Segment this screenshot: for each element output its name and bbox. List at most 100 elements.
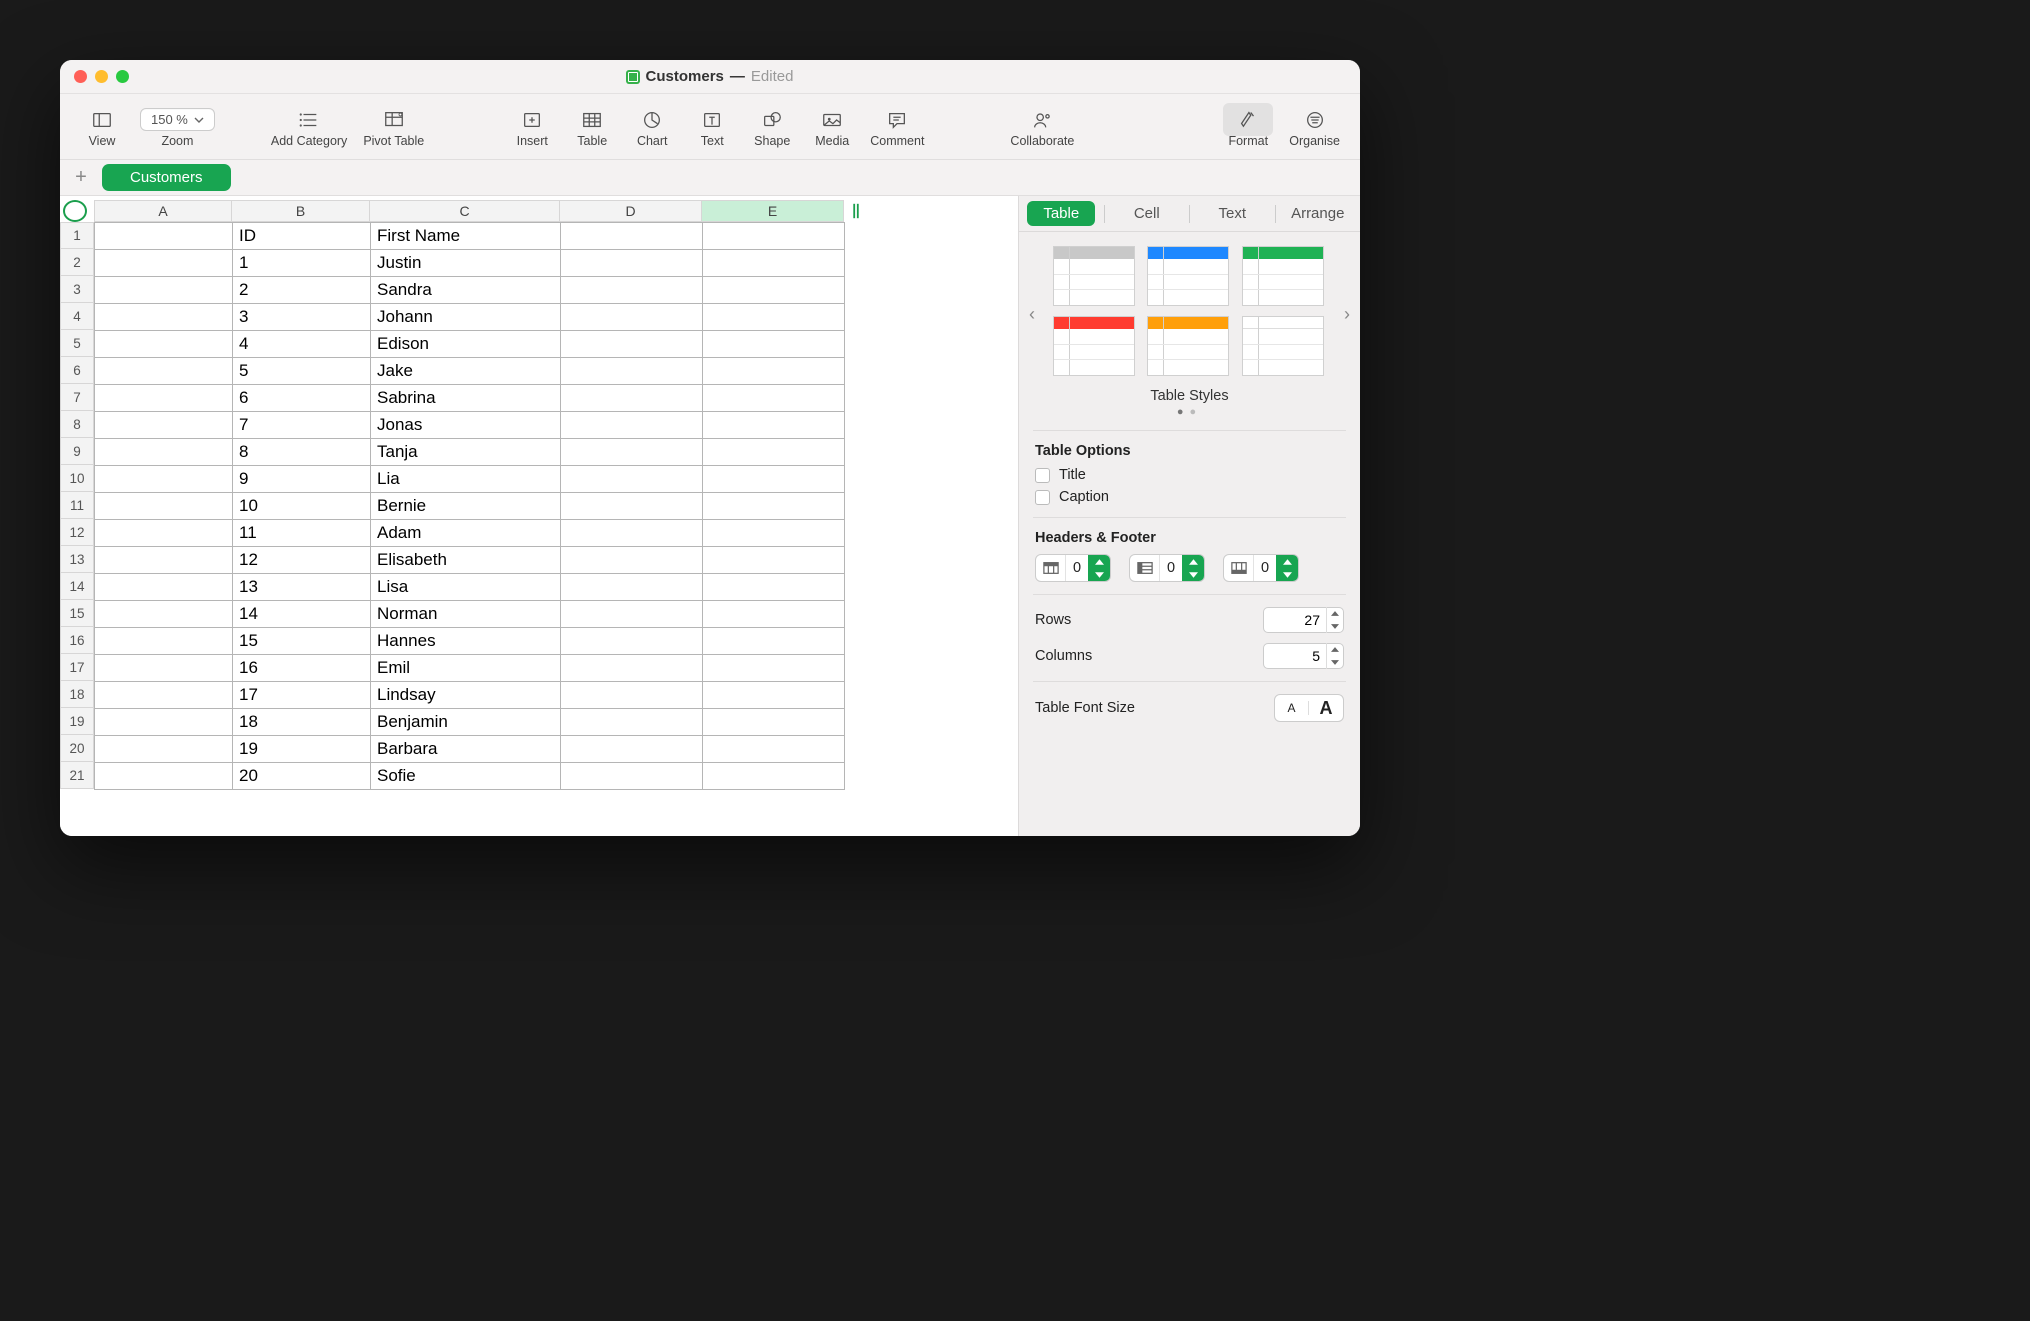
font-size-decrease[interactable]: A bbox=[1275, 701, 1309, 715]
cell[interactable] bbox=[95, 250, 233, 277]
cell[interactable]: Benjamin bbox=[371, 709, 561, 736]
cell[interactable] bbox=[703, 655, 845, 682]
insert-button[interactable]: Insert bbox=[502, 94, 562, 159]
row-header[interactable]: 20 bbox=[60, 735, 94, 762]
cell[interactable] bbox=[95, 493, 233, 520]
cell[interactable] bbox=[703, 520, 845, 547]
cell[interactable] bbox=[561, 493, 703, 520]
cell[interactable]: Emil bbox=[371, 655, 561, 682]
tab-text[interactable]: Text bbox=[1190, 196, 1275, 231]
tab-arrange[interactable]: Arrange bbox=[1276, 196, 1361, 231]
cell[interactable]: Sofie bbox=[371, 763, 561, 790]
cell[interactable] bbox=[95, 304, 233, 331]
cell[interactable] bbox=[703, 736, 845, 763]
row-header[interactable]: 17 bbox=[60, 654, 94, 681]
cell[interactable]: Tanja bbox=[371, 439, 561, 466]
cell[interactable] bbox=[561, 682, 703, 709]
style-tile-orange[interactable] bbox=[1147, 316, 1229, 376]
cell[interactable]: 6 bbox=[233, 385, 371, 412]
cell[interactable]: 5 bbox=[233, 358, 371, 385]
cell[interactable] bbox=[703, 466, 845, 493]
cell[interactable]: Bernie bbox=[371, 493, 561, 520]
add-column-handle[interactable] bbox=[844, 200, 868, 222]
cell[interactable] bbox=[561, 601, 703, 628]
row-header[interactable]: 5 bbox=[60, 330, 94, 357]
option-caption-checkbox[interactable]: Caption bbox=[1035, 489, 1344, 505]
row-header[interactable]: 11 bbox=[60, 492, 94, 519]
tab-table[interactable]: Table bbox=[1019, 196, 1104, 231]
cell[interactable] bbox=[95, 358, 233, 385]
cell[interactable] bbox=[703, 628, 845, 655]
column-header-B[interactable]: B bbox=[232, 200, 370, 222]
zoom-button[interactable]: 150 % Zoom bbox=[132, 94, 223, 159]
column-header-A[interactable]: A bbox=[94, 200, 232, 222]
column-header-E[interactable]: E bbox=[702, 200, 844, 222]
cell[interactable] bbox=[561, 385, 703, 412]
row-header[interactable]: 12 bbox=[60, 519, 94, 546]
step-up-icon[interactable] bbox=[1327, 643, 1343, 656]
cell[interactable] bbox=[95, 547, 233, 574]
cell[interactable] bbox=[703, 412, 845, 439]
header-rows-stepper[interactable]: 0 bbox=[1035, 554, 1111, 582]
cell[interactable] bbox=[95, 331, 233, 358]
cell[interactable] bbox=[561, 223, 703, 250]
cell[interactable] bbox=[95, 574, 233, 601]
cell[interactable] bbox=[95, 709, 233, 736]
row-header[interactable]: 13 bbox=[60, 546, 94, 573]
cell[interactable]: 10 bbox=[233, 493, 371, 520]
cell[interactable]: Edison bbox=[371, 331, 561, 358]
cell[interactable] bbox=[95, 682, 233, 709]
cell[interactable]: Sabrina bbox=[371, 385, 561, 412]
step-down-icon[interactable] bbox=[1276, 568, 1298, 581]
cell[interactable]: 4 bbox=[233, 331, 371, 358]
cell[interactable]: 13 bbox=[233, 574, 371, 601]
cell[interactable]: Hannes bbox=[371, 628, 561, 655]
cell[interactable]: Lindsay bbox=[371, 682, 561, 709]
cell[interactable] bbox=[561, 439, 703, 466]
row-header[interactable]: 7 bbox=[60, 384, 94, 411]
cell[interactable] bbox=[703, 763, 845, 790]
cell[interactable] bbox=[561, 574, 703, 601]
cell[interactable]: Jake bbox=[371, 358, 561, 385]
view-button[interactable]: View bbox=[72, 94, 132, 159]
collaborate-button[interactable]: Collaborate bbox=[1002, 94, 1082, 159]
cell[interactable]: 7 bbox=[233, 412, 371, 439]
cell[interactable] bbox=[561, 358, 703, 385]
cell[interactable] bbox=[95, 628, 233, 655]
step-down-icon[interactable] bbox=[1088, 568, 1110, 581]
cell[interactable]: Lisa bbox=[371, 574, 561, 601]
row-header[interactable]: 18 bbox=[60, 681, 94, 708]
cell[interactable]: Justin bbox=[371, 250, 561, 277]
row-header[interactable]: 3 bbox=[60, 276, 94, 303]
columns-input[interactable] bbox=[1264, 648, 1326, 664]
cell[interactable]: ID bbox=[233, 223, 371, 250]
cell[interactable]: Sandra bbox=[371, 277, 561, 304]
spreadsheet-area[interactable]: ABCDE 123456789101112131415161718192021 … bbox=[60, 196, 1018, 836]
cell[interactable]: 17 bbox=[233, 682, 371, 709]
cell[interactable]: Norman bbox=[371, 601, 561, 628]
step-down-icon[interactable] bbox=[1327, 620, 1343, 633]
cell[interactable] bbox=[95, 439, 233, 466]
add-category-button[interactable]: Add Category bbox=[263, 94, 355, 159]
row-header[interactable]: 6 bbox=[60, 357, 94, 384]
cell[interactable] bbox=[703, 682, 845, 709]
column-header-C[interactable]: C bbox=[370, 200, 560, 222]
text-button[interactable]: Text bbox=[682, 94, 742, 159]
cell[interactable] bbox=[95, 466, 233, 493]
footer-rows-stepper[interactable]: 0 bbox=[1223, 554, 1299, 582]
cell[interactable] bbox=[95, 520, 233, 547]
font-size-increase[interactable]: A bbox=[1309, 698, 1343, 719]
row-header[interactable]: 21 bbox=[60, 762, 94, 789]
cell[interactable]: Barbara bbox=[371, 736, 561, 763]
row-header[interactable]: 1 bbox=[60, 222, 94, 249]
row-header[interactable]: 9 bbox=[60, 438, 94, 465]
cell[interactable] bbox=[95, 385, 233, 412]
table-select-handle[interactable] bbox=[63, 200, 87, 222]
cell[interactable] bbox=[703, 493, 845, 520]
cell[interactable] bbox=[561, 466, 703, 493]
cell[interactable] bbox=[95, 601, 233, 628]
cell[interactable]: 16 bbox=[233, 655, 371, 682]
chart-button[interactable]: Chart bbox=[622, 94, 682, 159]
cell[interactable] bbox=[561, 412, 703, 439]
styles-prev-button[interactable]: ‹ bbox=[1029, 304, 1035, 325]
